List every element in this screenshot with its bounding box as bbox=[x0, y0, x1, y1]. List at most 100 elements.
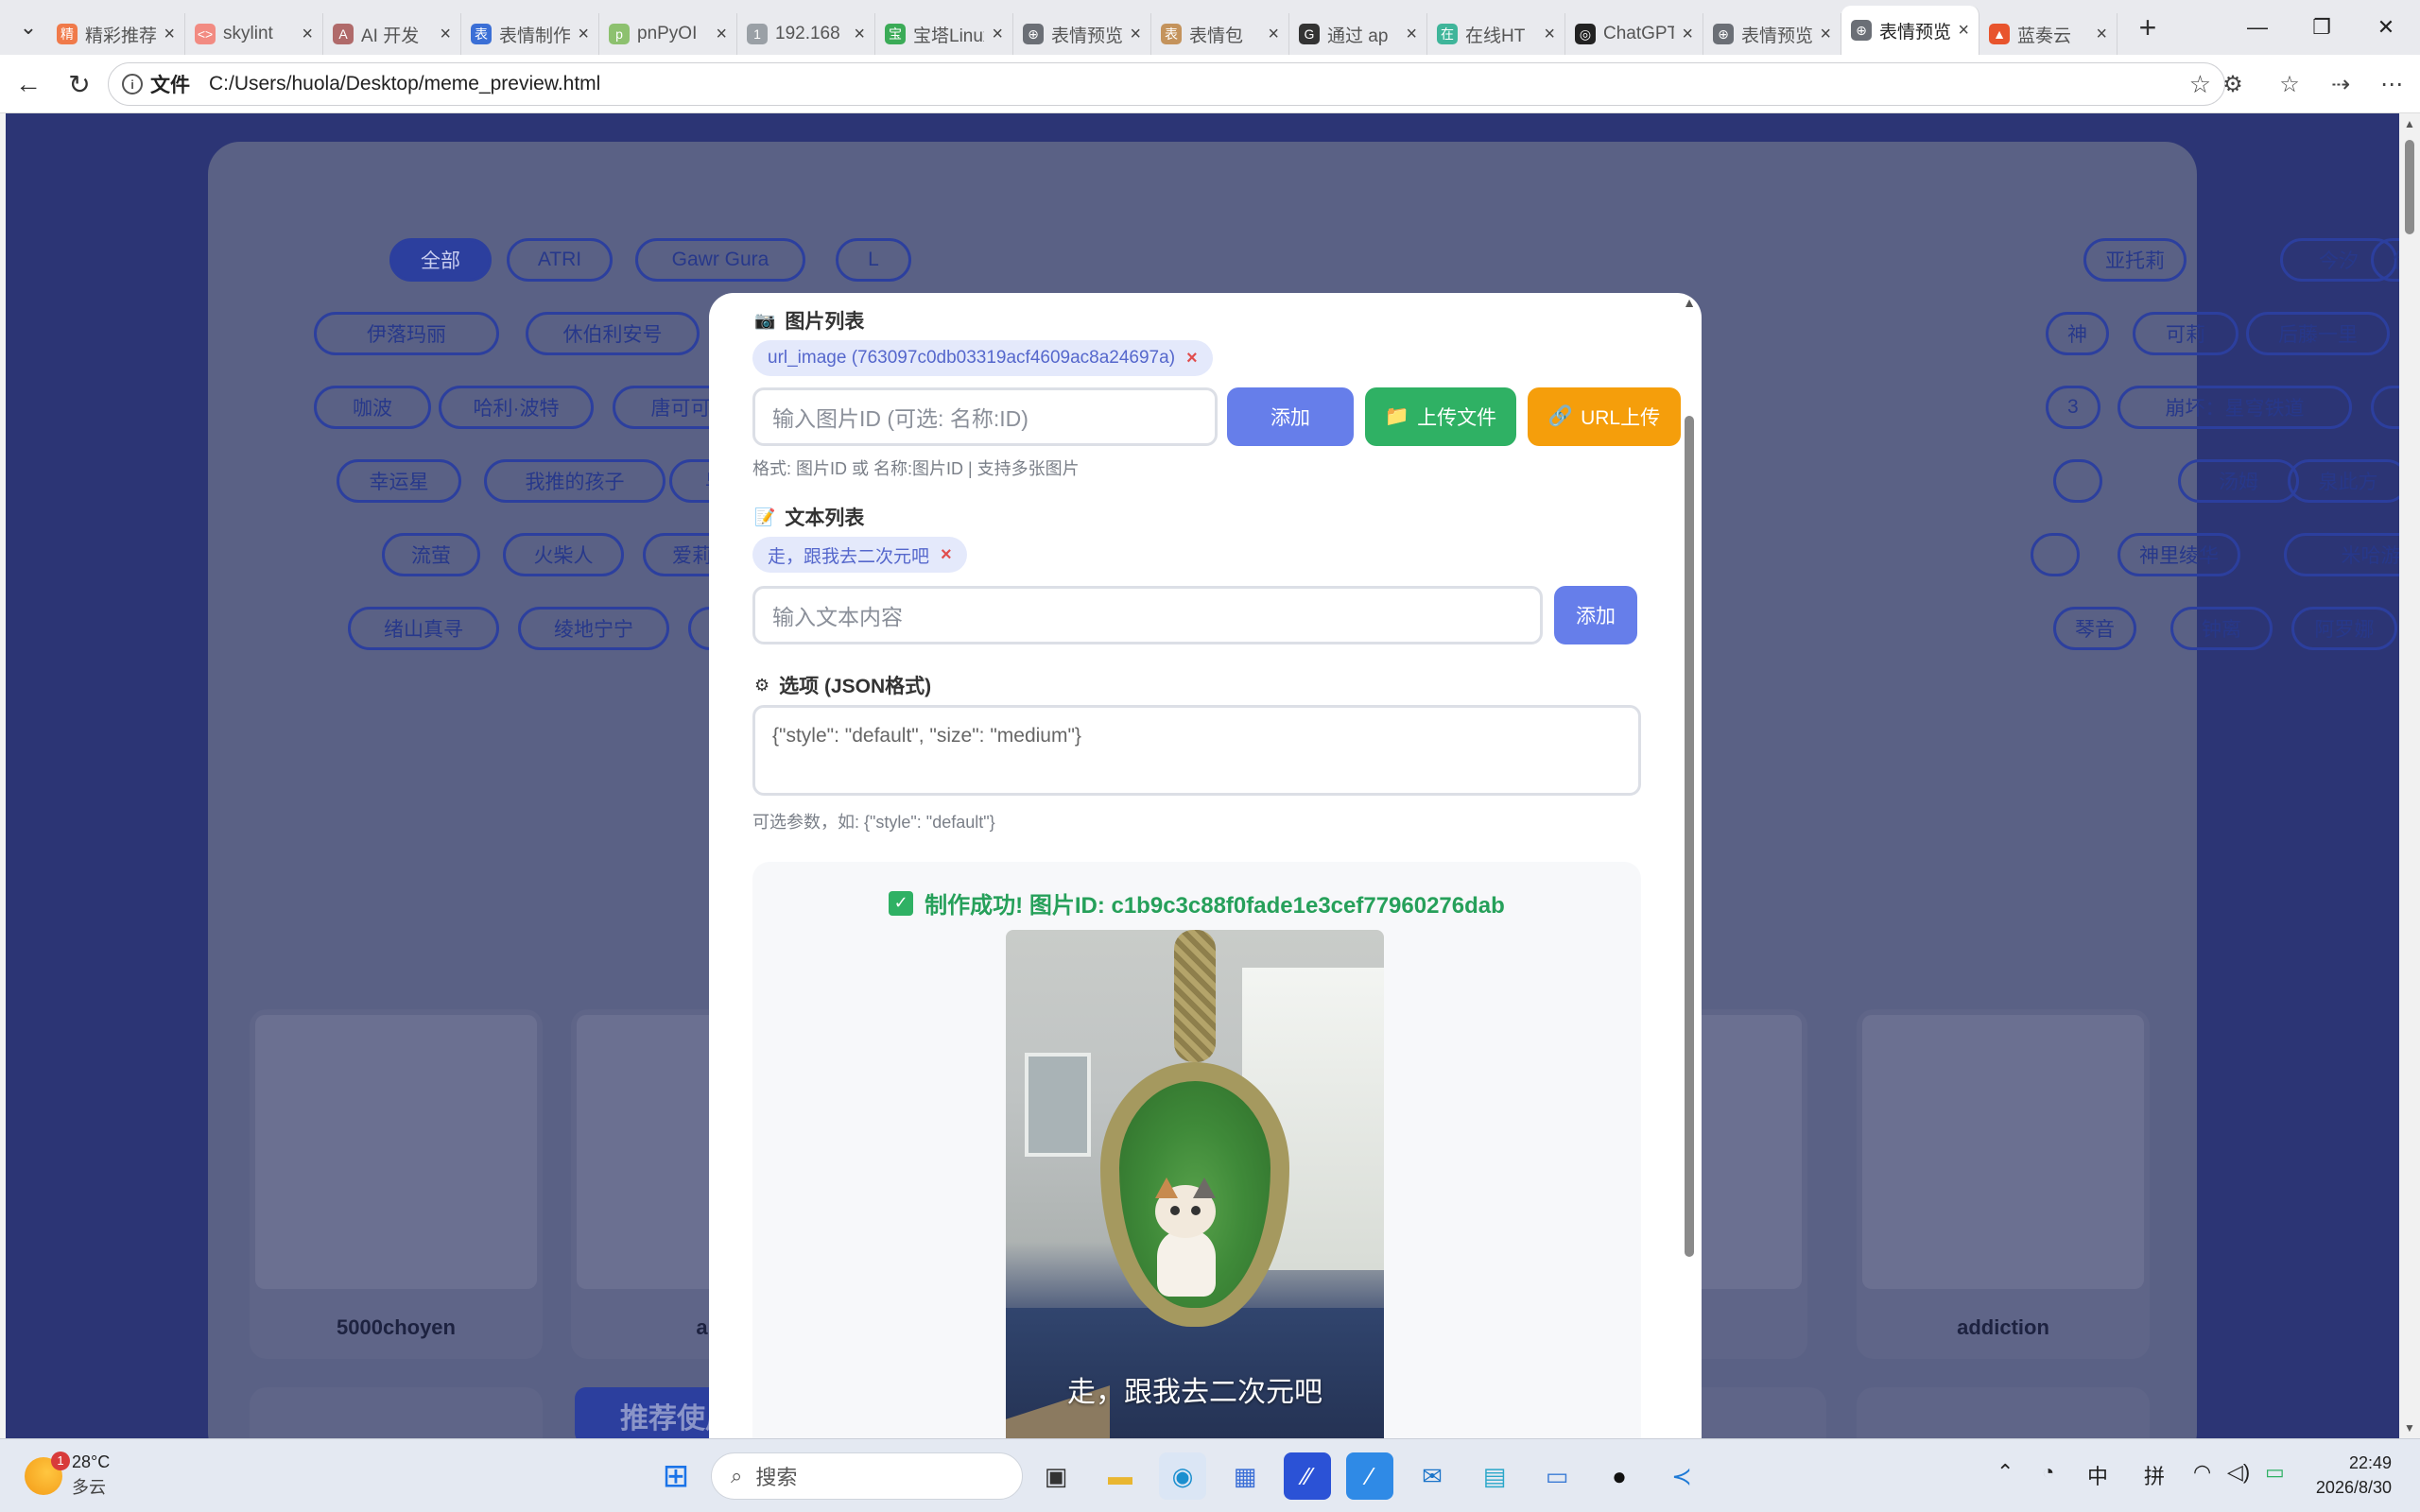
browser-tab[interactable]: A AI 开发 × bbox=[323, 13, 461, 55]
address-bar[interactable]: i 文件 C:/Users/huola/Desktop/meme_preview… bbox=[108, 62, 2225, 106]
upload-file-button[interactable]: 📁 上传文件 bbox=[1365, 387, 1516, 446]
ime-language[interactable]: 中 bbox=[2087, 1460, 2108, 1490]
browser-tab[interactable]: 宝宝塔Linux × bbox=[875, 13, 1013, 55]
category-chip[interactable]: 阿罗娜 bbox=[2291, 607, 2397, 650]
category-chip[interactable]: 崩坏：星穹铁道 bbox=[2118, 386, 2352, 429]
back-button[interactable]: ← bbox=[2, 58, 55, 111]
file-explorer-icon[interactable]: ▬ bbox=[1097, 1452, 1144, 1500]
category-chip[interactable]: 布洛妮娅·扎伊切克 bbox=[2371, 386, 2399, 429]
browser-tab[interactable]: ⊕ 表情预览 × bbox=[1013, 13, 1151, 55]
category-chip[interactable]: 泉此方 bbox=[2288, 459, 2399, 503]
tab-actions-menu-icon[interactable]: ⌄ bbox=[9, 9, 47, 46]
clock[interactable]: 22:49 2026/8/30 bbox=[2316, 1451, 2392, 1500]
generated-meme-image[interactable]: 走，跟我去二次元吧 bbox=[1006, 930, 1384, 1438]
modal-scrollbar[interactable] bbox=[1685, 416, 1694, 1257]
info-icon[interactable]: i bbox=[122, 74, 143, 94]
category-chip[interactable]: 流萤 bbox=[382, 533, 480, 576]
remote-desktop-icon[interactable]: ▭ bbox=[1533, 1452, 1581, 1500]
scroll-down-arrow-icon[interactable]: ▼ bbox=[2404, 1421, 2415, 1435]
tab-close-icon[interactable]: × bbox=[164, 24, 175, 45]
category-chip[interactable]: 全部 bbox=[389, 238, 492, 282]
category-chip[interactable]: 汤姆 bbox=[2178, 459, 2299, 503]
category-chip[interactable]: 亚托莉 bbox=[2083, 238, 2187, 282]
browser-tab[interactable]: ◎ ChatGPT × bbox=[1565, 13, 1703, 55]
tab-close-icon[interactable]: × bbox=[578, 24, 589, 45]
browser-tab[interactable]: ⊕ 表情预览 × bbox=[1703, 13, 1841, 55]
taskbar-search[interactable]: ⌕ 搜索 bbox=[711, 1452, 1023, 1500]
more-menu-icon[interactable]: ⋯ bbox=[2365, 58, 2418, 111]
browser-tab[interactable]: 表表情包 × bbox=[1151, 13, 1289, 55]
scroll-up-arrow-icon[interactable]: ▲ bbox=[1683, 295, 1696, 310]
add-text-button[interactable]: 添加 bbox=[1554, 586, 1637, 644]
page-scroll-thumb[interactable] bbox=[2405, 140, 2414, 234]
tab-close-icon[interactable]: × bbox=[302, 24, 313, 45]
category-chip[interactable]: 休伯利安号 bbox=[526, 312, 700, 355]
tab-close-icon[interactable]: × bbox=[1406, 24, 1417, 45]
category-chip[interactable]: 可莉 bbox=[2133, 312, 2238, 355]
tab-close-icon[interactable]: × bbox=[1544, 24, 1555, 45]
browser-tab[interactable]: 1 192.168 × bbox=[737, 13, 875, 55]
close-window-button[interactable]: ✕ bbox=[2354, 0, 2418, 55]
options-json-textarea[interactable]: {"style": "default", "size": "medium"} bbox=[752, 705, 1641, 796]
tab-close-icon[interactable]: × bbox=[1268, 24, 1279, 45]
qq-penguin-icon[interactable]: ● bbox=[1596, 1452, 1643, 1500]
category-chip[interactable]: 火柴人 bbox=[503, 533, 624, 576]
category-chip[interactable]: 我推的孩子 bbox=[484, 459, 666, 503]
tab-close-icon[interactable]: × bbox=[992, 24, 1003, 45]
minimize-button[interactable]: — bbox=[2225, 0, 2290, 55]
tab-close-icon[interactable]: × bbox=[854, 24, 865, 45]
category-chip[interactable]: 哈利·波特 bbox=[439, 386, 594, 429]
category-chip[interactable]: 绫地宁宁 bbox=[518, 607, 669, 650]
browser-tab[interactable]: 表表情制作 × bbox=[461, 13, 599, 55]
tab-close-icon[interactable]: × bbox=[2096, 24, 2107, 45]
category-chip[interactable]: 神 bbox=[2046, 312, 2109, 355]
battery-icon[interactable]: ▭ bbox=[2265, 1460, 2285, 1485]
category-chip[interactable]: 伊落玛丽 bbox=[314, 312, 499, 355]
remove-text-icon[interactable]: × bbox=[941, 544, 952, 566]
copilot-icon[interactable]: ⇢ bbox=[2314, 58, 2367, 111]
meme-card[interactable]: 5000choyen bbox=[250, 1009, 543, 1359]
remove-image-icon[interactable]: × bbox=[1186, 348, 1198, 369]
category-chip[interactable]: ATRI bbox=[507, 238, 613, 282]
wifi-icon[interactable]: ◠ bbox=[2193, 1460, 2211, 1485]
outlook-icon[interactable]: ✉ bbox=[1409, 1452, 1456, 1500]
new-tab-button[interactable]: + bbox=[2125, 7, 2170, 48]
category-chip[interactable]: Gawr Gura bbox=[635, 238, 805, 282]
category-chip[interactable]: 神里绫华 bbox=[2118, 533, 2240, 576]
browser-tab[interactable]: G 通过 ap × bbox=[1289, 13, 1427, 55]
tab-close-icon[interactable]: × bbox=[716, 24, 727, 45]
scroll-up-arrow-icon[interactable]: ▲ bbox=[2404, 117, 2415, 130]
start-windows-icon[interactable]: ⊞ bbox=[652, 1452, 700, 1500]
text-content-input[interactable]: 输入文本内容 bbox=[752, 586, 1543, 644]
category-chip[interactable] bbox=[2031, 533, 2080, 576]
browser-tab[interactable]: 在在线HT × bbox=[1427, 13, 1565, 55]
category-chip[interactable]: 绪山真寻 bbox=[348, 607, 499, 650]
browser-tab[interactable]: p pnPyOI × bbox=[599, 13, 737, 55]
category-chip[interactable]: 咖波 bbox=[314, 386, 431, 429]
extensions-icon[interactable]: ⚙ bbox=[2206, 58, 2259, 111]
browser-tab[interactable]: ⊕ 表情预览 × bbox=[1841, 6, 1979, 55]
edge-browser-icon[interactable]: ◉ bbox=[1159, 1452, 1206, 1500]
network-status-icon[interactable]: ◔ bbox=[2042, 1460, 2054, 1485]
page-scrollbar[interactable]: ▲ ▼ bbox=[2399, 113, 2420, 1438]
tab-close-icon[interactable]: × bbox=[440, 24, 451, 45]
meme-card[interactable] bbox=[1857, 1387, 2150, 1438]
tab-close-icon[interactable]: × bbox=[1130, 24, 1141, 45]
show-hidden-icons-chevron-icon[interactable]: ⌃ bbox=[1996, 1460, 2014, 1485]
microsoft-store-icon[interactable]: ▦ bbox=[1221, 1452, 1269, 1500]
category-chip[interactable]: 幸运星 bbox=[337, 459, 461, 503]
url-upload-button[interactable]: 🔗 URL上传 bbox=[1528, 387, 1681, 446]
tab-close-icon[interactable]: × bbox=[1820, 24, 1831, 45]
volume-icon[interactable]: ◁) bbox=[2227, 1460, 2250, 1485]
restore-button[interactable]: ❐ bbox=[2290, 0, 2354, 55]
app-icon-a[interactable]: ∕∕ bbox=[1284, 1452, 1331, 1500]
category-chip[interactable]: 琴音 bbox=[2053, 607, 2136, 650]
image-id-input[interactable]: 输入图片ID (可选: 名称:ID) bbox=[752, 387, 1218, 446]
app-icon-c[interactable]: ▤ bbox=[1471, 1452, 1518, 1500]
category-chip[interactable]: 钟离 bbox=[2170, 607, 2273, 650]
browser-tab[interactable]: <> skylint × bbox=[185, 13, 323, 55]
category-chip[interactable]: 3 bbox=[2046, 386, 2100, 429]
favorites-icon[interactable]: ☆ bbox=[2263, 58, 2316, 111]
tab-close-icon[interactable]: × bbox=[1958, 20, 1969, 42]
category-chip[interactable]: L bbox=[836, 238, 911, 282]
